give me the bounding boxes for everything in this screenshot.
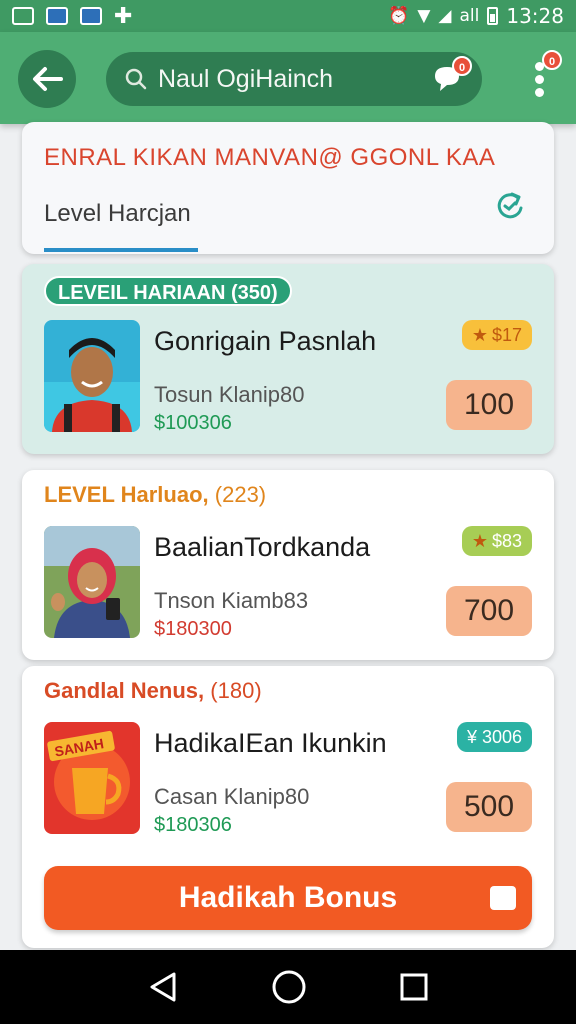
home-nav-icon[interactable] (271, 969, 307, 1005)
level-label: LEVEL Harluao, (44, 482, 209, 507)
tag-value: $83 (491, 531, 522, 551)
reward-subtitle: Tosun Klanip80 (154, 382, 305, 407)
refresh-icon[interactable] (492, 188, 528, 224)
reward-card[interactable]: Gandlal Nenus, (180) SANAH HadikaIEan Ik… (22, 666, 554, 948)
header-card: ENRAL KIKAN MANVAN@ GGONL KAA Level Harc… (22, 122, 554, 254)
arrow-left-icon (33, 67, 63, 91)
reward-card[interactable]: LEVEIL HARIAAN (350) Gonrigain Pasnlah T… (22, 264, 554, 454)
bonus-button[interactable]: Hadikah Bonus (44, 866, 532, 930)
reward-subtitle: Casan Klanip80 (154, 784, 310, 809)
tag-value: $17 (491, 325, 522, 345)
chat-badge: 0 (452, 56, 472, 76)
signal-text: all (459, 6, 480, 26)
active-tab-indicator (44, 248, 198, 252)
reward-title: BaalianTordkanda (154, 532, 371, 562)
points-badge[interactable]: 500 (446, 782, 532, 832)
reward-price: $100306 (154, 412, 232, 434)
navigation-bar (0, 950, 576, 1024)
level-count: (350) (230, 282, 278, 304)
status-bar: ✚ ⏰ ▼ ◢ all 13:28 (0, 0, 576, 32)
level-count: (180) (210, 678, 262, 703)
reward-tag: ¥ 3006 (456, 722, 532, 752)
avatar (44, 526, 140, 638)
level-label: LEVEIL HARIAAN (58, 282, 226, 304)
level-badge: LEVEL Harluao, (223) (44, 482, 266, 508)
reward-tag: ★ $83 (461, 526, 532, 556)
back-button[interactable] (18, 50, 76, 108)
reward-card[interactable]: LEVEL Harluao, (223) BaalianTordkanda Tn… (22, 470, 554, 660)
gift-icon (490, 886, 516, 910)
level-label: Gandlal Nenus, (44, 678, 205, 703)
app-bar: Naul OgiHainch 0 0 (0, 32, 576, 124)
back-nav-icon[interactable] (146, 970, 180, 1004)
reward-subtitle: Tnson Kiamb83 (154, 588, 309, 613)
points-badge[interactable]: 100 (446, 380, 532, 430)
level-badge: Gandlal Nenus, (180) (44, 678, 262, 704)
reward-price: $180300 (154, 618, 232, 640)
menu-badge: 0 (542, 50, 562, 70)
tab-level[interactable]: Level Harcjan (44, 200, 191, 228)
bonus-button-label: Hadikah Bonus (178, 881, 398, 914)
reward-title: HadikaIEan Ikunkin (154, 728, 387, 758)
menu-dot (535, 88, 544, 97)
plus-notification-icon: ✚ (114, 3, 133, 28)
page-headline: ENRAL KIKAN MANVAN@ GGONL KAA (44, 144, 496, 171)
more-options-button[interactable]: 0 (528, 50, 562, 100)
gallery-notification-icon (12, 7, 34, 25)
promo-image: SANAH (44, 722, 140, 834)
avatar (44, 320, 140, 432)
wifi-icon: ▼ (417, 6, 431, 26)
level-count: (223) (214, 482, 267, 507)
reward-tag: ★ $17 (461, 320, 532, 350)
level-badge: LEVEIL HARIAAN (350) (44, 276, 292, 306)
reward-title: Gonrigain Pasnlah (154, 326, 377, 356)
image-notification-icon (46, 7, 68, 25)
signal-icon: ◢ (438, 6, 452, 26)
search-text: Naul OgiHainch (158, 64, 334, 93)
star-icon: ★ (471, 531, 488, 551)
battery-icon (487, 7, 499, 25)
reward-price: $180306 (154, 814, 232, 836)
chat-icon[interactable]: 0 (430, 56, 472, 96)
points-badge[interactable]: 700 (446, 586, 532, 636)
search-bar[interactable]: Naul OgiHainch 0 (106, 52, 482, 106)
menu-dot (535, 75, 544, 84)
star-icon: ★ (471, 325, 488, 345)
clock: 13:28 (506, 4, 564, 28)
app-notification-icon (80, 7, 102, 25)
alarm-icon: ⏰ (388, 6, 410, 26)
search-icon (124, 65, 152, 93)
recents-nav-icon[interactable] (398, 971, 430, 1003)
